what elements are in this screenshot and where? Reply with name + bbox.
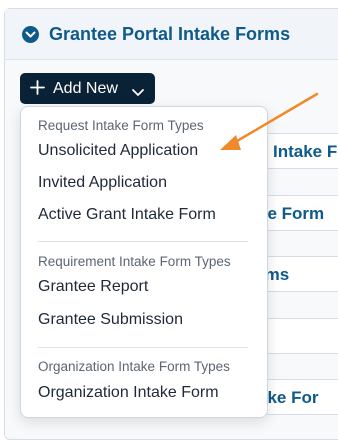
- annotation-arrow-icon: [220, 92, 319, 150]
